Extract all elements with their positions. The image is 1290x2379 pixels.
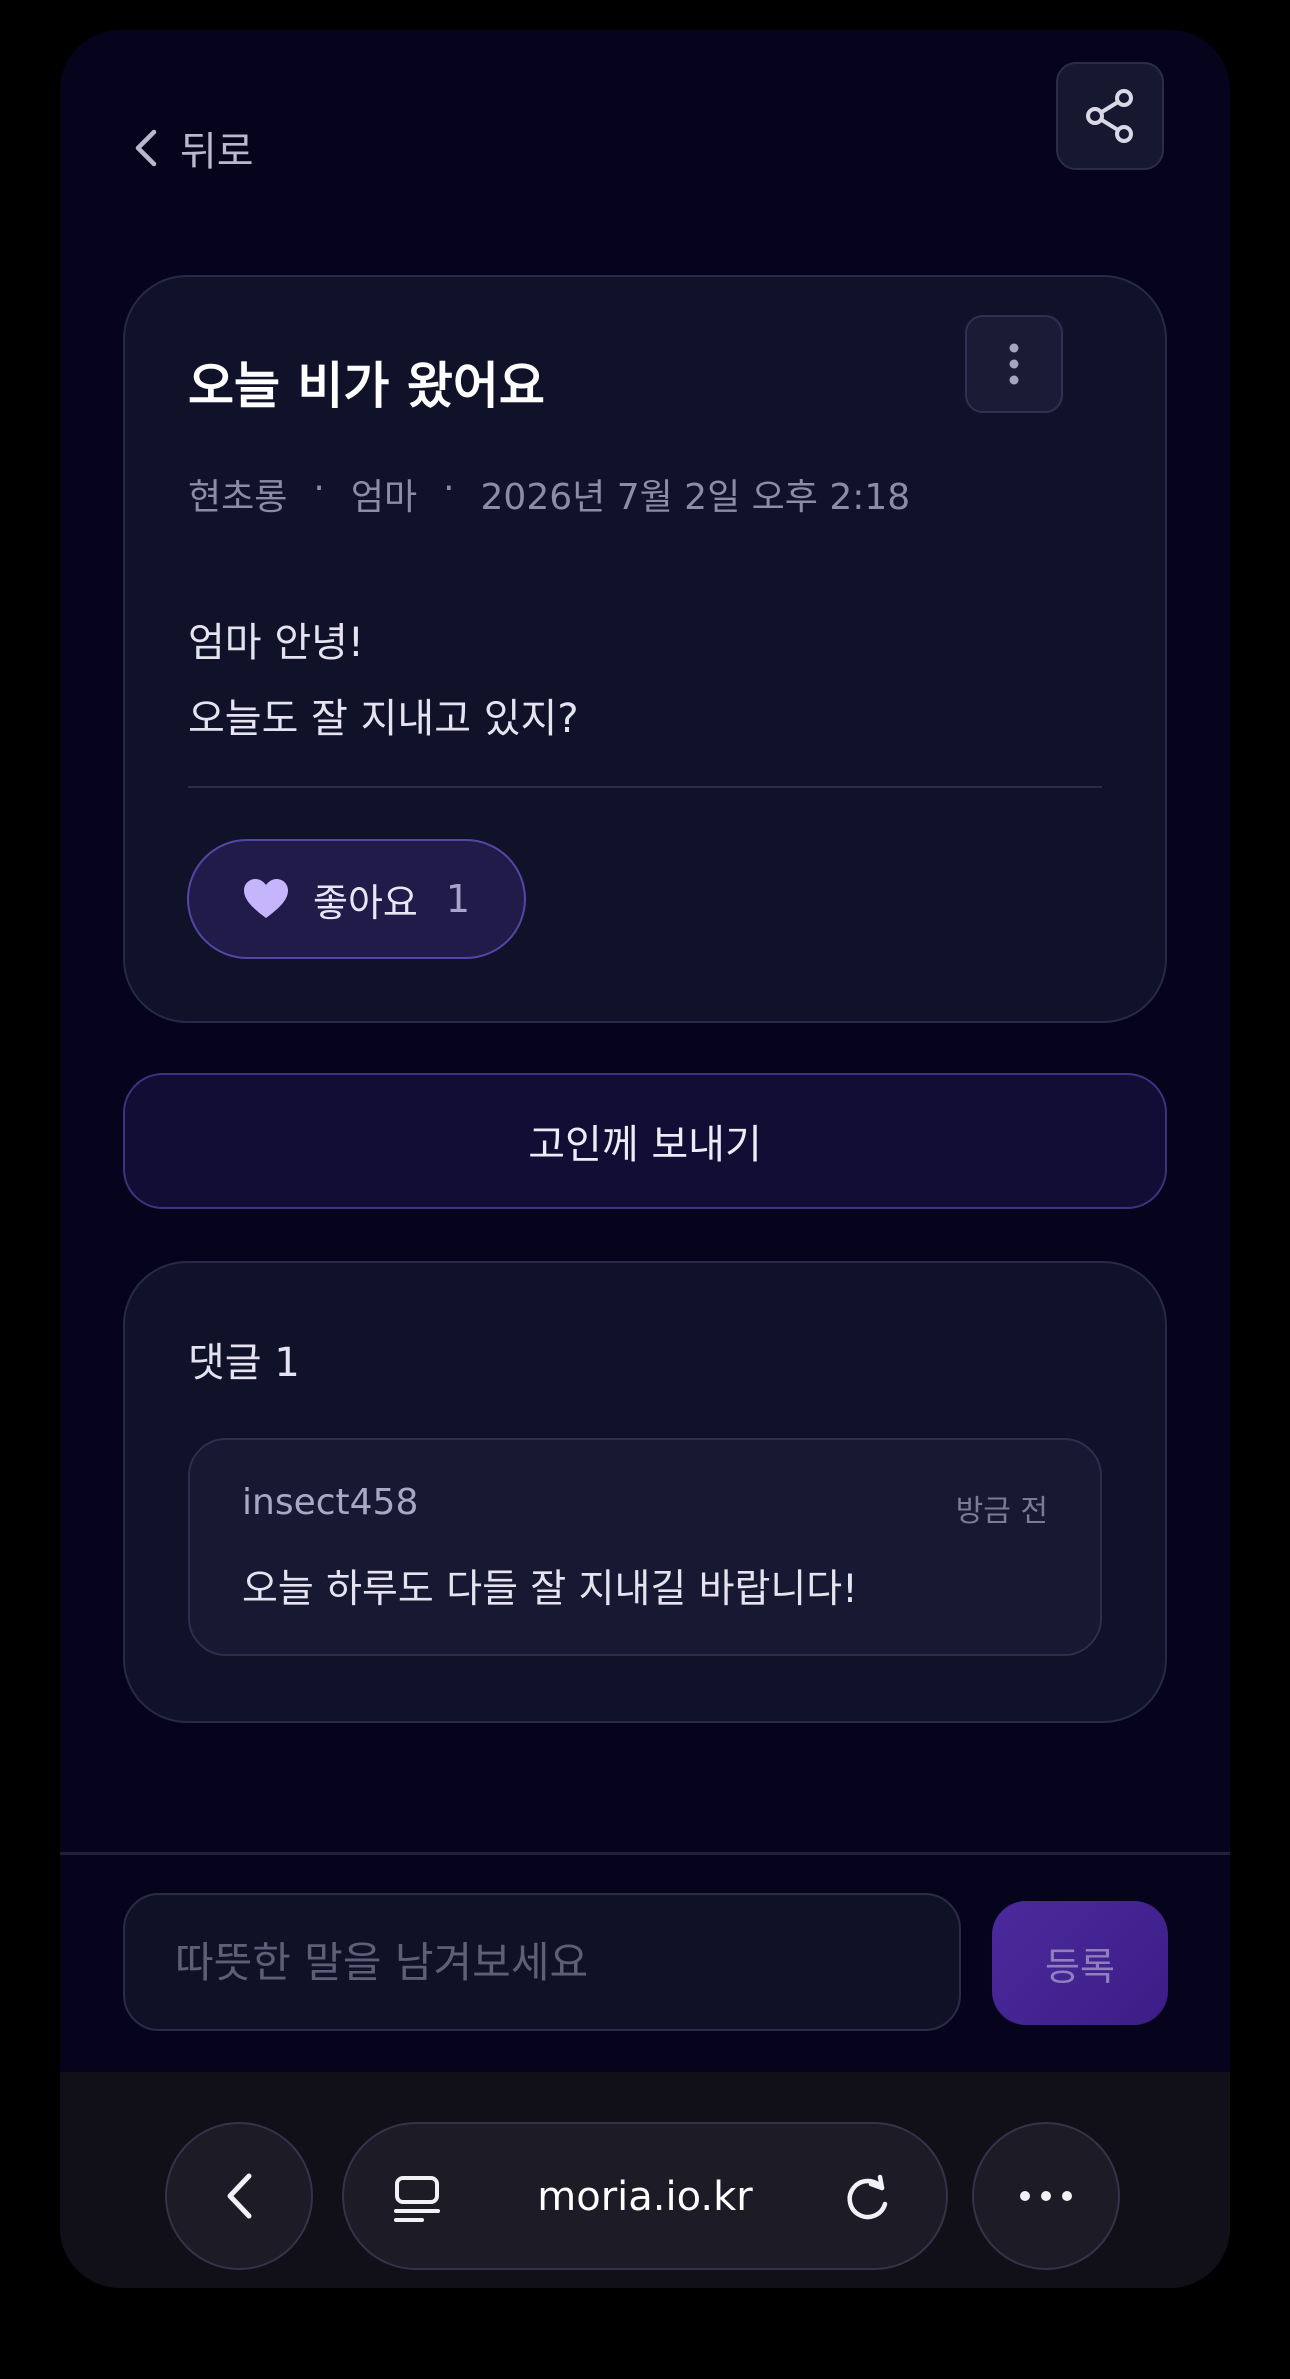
send-to-deceased-button[interactable]: 고인께 보내기 [123,1073,1167,1209]
address-bar[interactable]: moria.io.kr [342,2122,948,2270]
comments-title: 댓글 1 [188,1340,300,1386]
post-date: 2026년 7월 2일 오후 2:18 [480,477,911,518]
submit-comment-button[interactable]: 등록 [992,1901,1168,2025]
comment-text: 오늘 하루도 다들 잘 지내길 바랍니다! [242,1567,858,1612]
comment-time: 방금 전 [955,1494,1048,1529]
comment-input[interactable] [123,1893,961,2031]
comment-author: insect458 [242,1482,419,1523]
like-button[interactable]: 좋아요 1 [187,839,526,959]
input-divider [60,1852,1230,1855]
post-recipient: 엄마 [350,477,418,518]
back-label: 뒤로 [180,129,254,175]
post-meta: 현초롱 · 엄마 · 2026년 7월 2일 오후 2:18 [188,468,910,520]
post-title: 오늘 비가 왔어요 [188,357,545,415]
post-body-line: 오늘도 잘 지내고 있지? [188,696,579,742]
comment-item: insect458 방금 전 오늘 하루도 다들 잘 지내길 바랍니다! [188,1438,1102,1656]
share-button[interactable] [1056,62,1164,170]
browser-back-button[interactable] [165,2122,313,2270]
separator-dot: · [443,468,455,509]
browser-more-button[interactable] [972,2122,1120,2270]
post-divider [188,786,1102,788]
more-options-button[interactable] [965,315,1063,413]
post-author: 현초롱 [188,477,288,518]
chevron-left-icon [227,2173,252,2219]
chevron-left-icon [135,129,157,167]
like-label: 좋아요 [313,880,418,925]
reload-icon[interactable] [842,2174,894,2226]
post-body-line: 엄마 안녕! [188,620,364,666]
heart-icon [244,879,288,918]
like-count: 1 [445,877,471,921]
app-screen: 뒤로 오늘 비가 왔어요 현초롱 · 엄마 · 2026년 7월 2일 오후 2… [60,30,1230,2288]
more-vertical-icon [1009,343,1019,385]
back-link[interactable]: 뒤로 [130,100,254,196]
separator-dot: · [313,468,325,509]
share-icon [1086,89,1133,143]
more-horizontal-icon [1020,2191,1072,2201]
